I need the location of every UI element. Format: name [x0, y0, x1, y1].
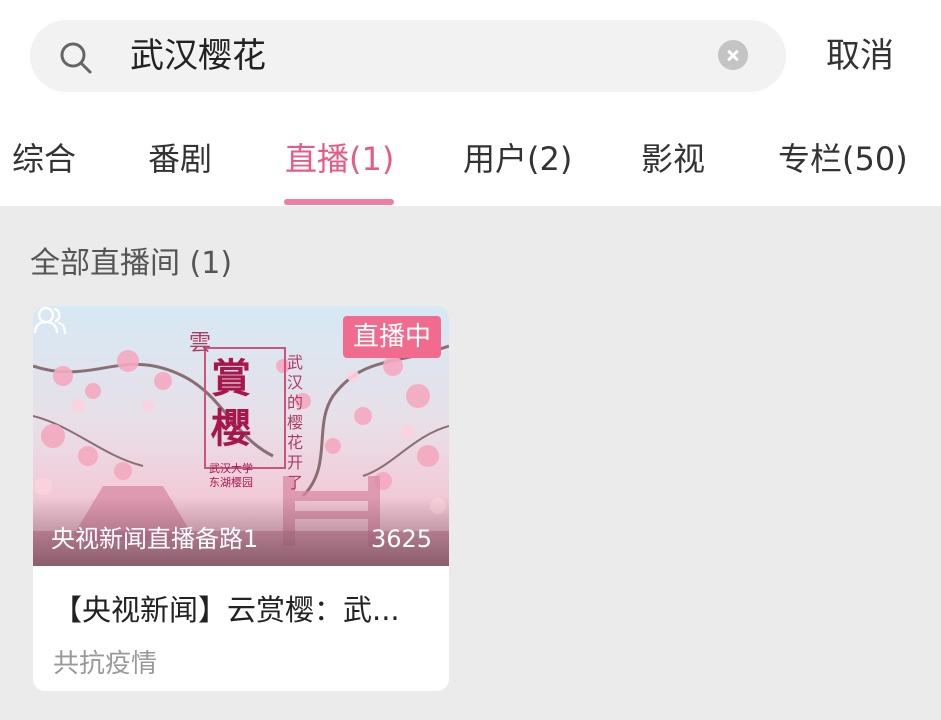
- svg-text:賞: 賞: [211, 355, 251, 402]
- tab-live[interactable]: 直播(1): [285, 138, 394, 180]
- live-room-name: 央视新闻直播备路1: [51, 525, 259, 553]
- search-input[interactable]: 武汉樱花: [130, 34, 266, 78]
- svg-text:东湖樱园: 东湖樱园: [209, 476, 253, 489]
- tab-bangumi[interactable]: 番剧: [148, 138, 212, 180]
- cancel-button[interactable]: 取消: [826, 34, 894, 78]
- svg-text:雲: 雲: [189, 331, 211, 356]
- tab-articles[interactable]: 专栏(50): [778, 138, 908, 180]
- clear-icon[interactable]: [718, 40, 748, 70]
- svg-text:汉: 汉: [287, 373, 303, 392]
- svg-text:的: 的: [287, 393, 303, 412]
- live-room-card[interactable]: 雲 賞 櫻 武汉大学 东湖樱园 武汉的 樱花开了 直播中 央视新闻直播备路1 3…: [33, 306, 449, 691]
- svg-text:花: 花: [287, 433, 303, 452]
- live-thumbnail[interactable]: 雲 賞 櫻 武汉大学 东湖樱园 武汉的 樱花开了 直播中 央视新闻直播备路1 3…: [33, 306, 449, 566]
- svg-text:武汉大学: 武汉大学: [209, 461, 253, 475]
- svg-text:櫻: 櫻: [210, 405, 251, 452]
- svg-text:樱: 樱: [287, 413, 303, 432]
- tab-all[interactable]: 综合: [12, 138, 76, 180]
- viewers-icon: [33, 306, 67, 334]
- live-tag: 共抗疫情: [53, 649, 158, 679]
- active-tab-indicator: [284, 199, 394, 205]
- live-title[interactable]: 【央视新闻】云赏樱：武...: [53, 590, 429, 630]
- search-icon: [60, 42, 92, 74]
- svg-text:了: 了: [287, 473, 303, 492]
- viewer-count: 3625: [371, 525, 433, 553]
- section-title: 全部直播间 (1): [30, 246, 233, 281]
- live-status-badge: 直播中: [343, 316, 442, 358]
- tab-film[interactable]: 影视: [641, 138, 705, 180]
- svg-text:武: 武: [287, 353, 303, 372]
- svg-text:开: 开: [287, 453, 303, 472]
- top-bar: 武汉樱花 取消 综合 番剧 直播(1) 用户(2) 影视 专栏(50): [0, 0, 941, 206]
- tab-users[interactable]: 用户(2): [463, 138, 572, 180]
